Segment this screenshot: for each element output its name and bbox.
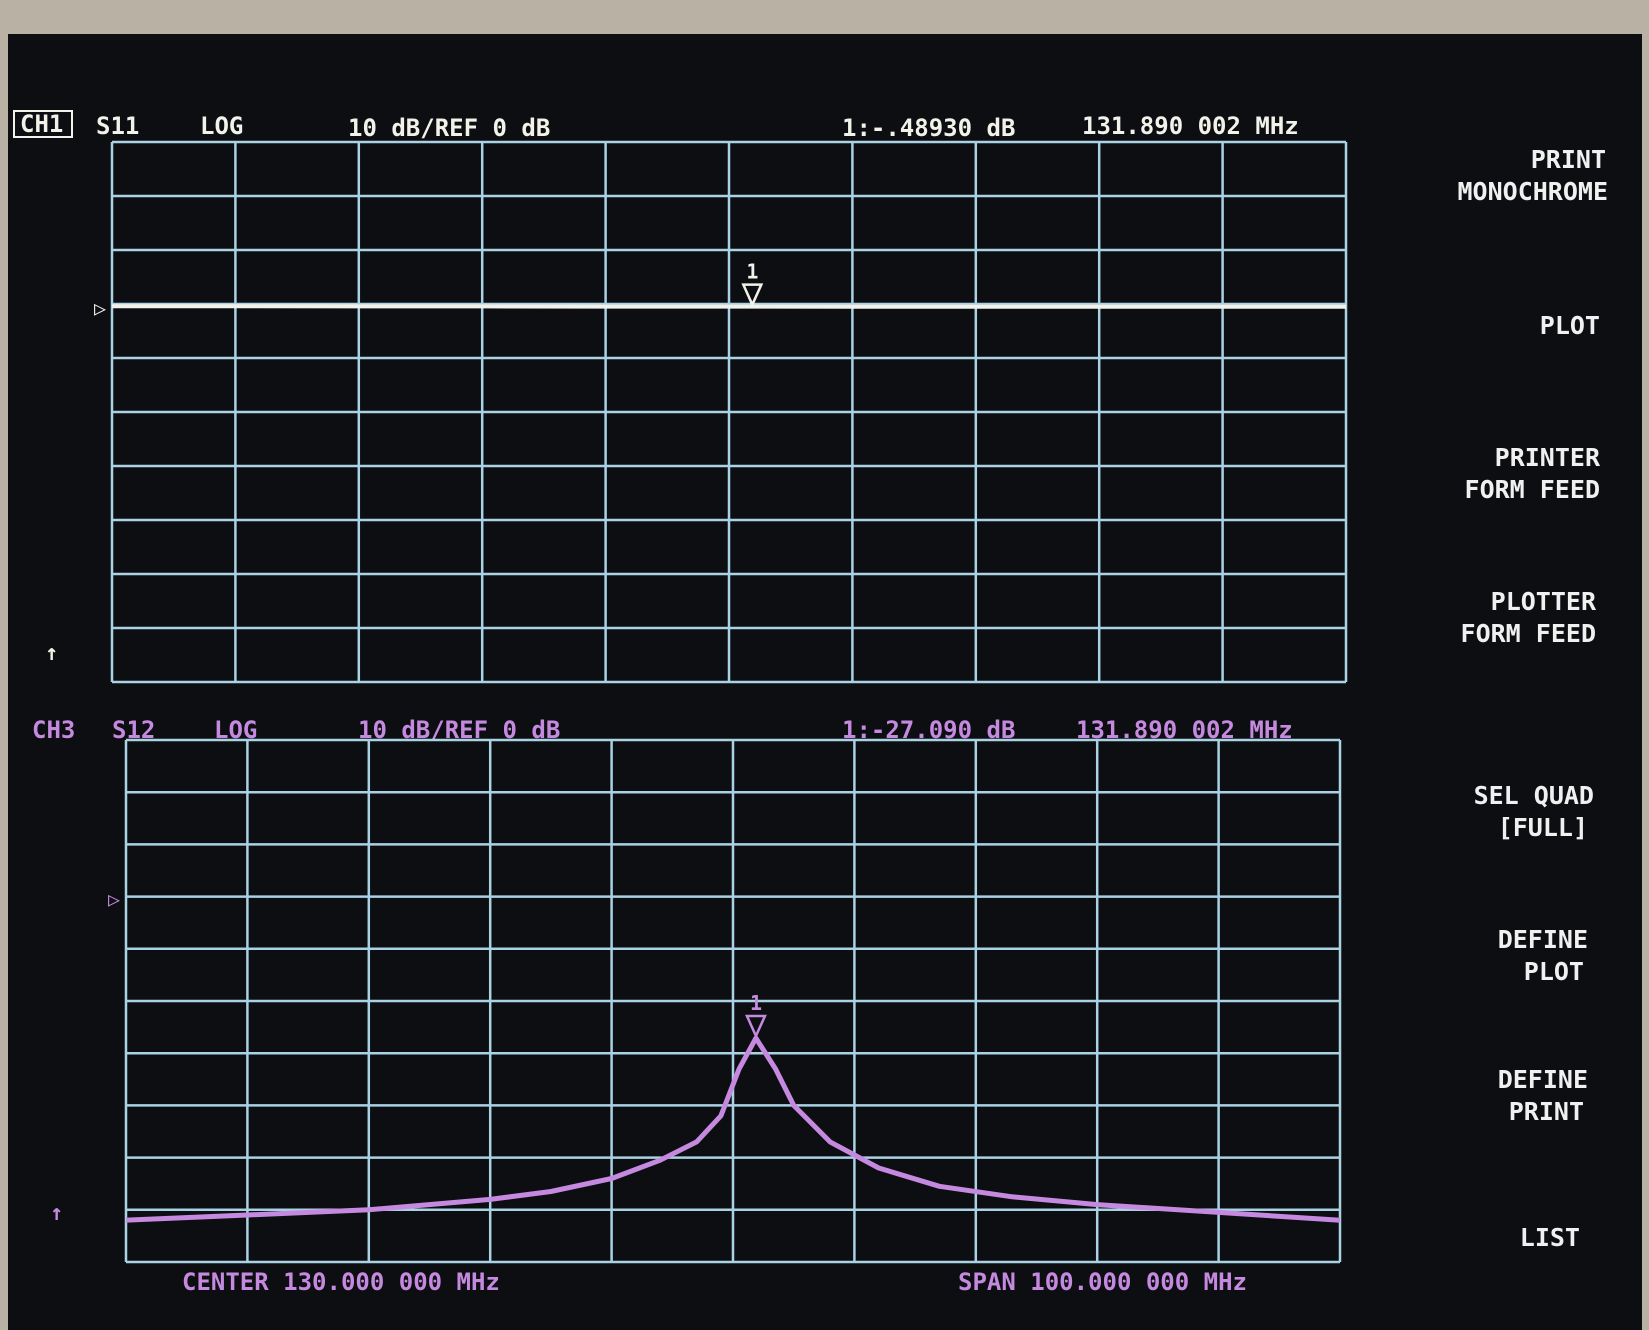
softkey-label: PRINT bbox=[1509, 1097, 1584, 1126]
softkey-label: MONOCHROME bbox=[1457, 177, 1608, 206]
ch1-trace bbox=[112, 304, 1346, 309]
softkey-label: PLOT bbox=[1524, 957, 1584, 986]
ch1-format: LOG bbox=[200, 112, 243, 140]
ch1-marker-readout: 1:-.48930 dB bbox=[842, 114, 1015, 142]
softkey-label: [FULL] bbox=[1498, 813, 1588, 842]
ch1-parameter: S11 bbox=[96, 112, 139, 140]
softkey-label: PLOT bbox=[1540, 311, 1600, 340]
ch1-label: CH1 bbox=[20, 110, 63, 138]
center-frequency: CENTER 130.000 000 MHz bbox=[182, 1268, 500, 1296]
softkey-label: FORM FEED bbox=[1465, 475, 1600, 504]
ch1-marker-freq: 131.890 002 MHz bbox=[1082, 112, 1299, 140]
ch1-scale: 10 dB/REF 0 dB bbox=[348, 114, 550, 142]
softkey-list[interactable]: LIST bbox=[1520, 1223, 1580, 1252]
ch3-scale-arrow: ↑ bbox=[50, 1201, 63, 1226]
analyzer-screen: CH1 S11 LOG 10 dB/REF 0 dB 1:-.48930 dB … bbox=[0, 0, 1649, 1330]
ch3-label: CH3 bbox=[32, 716, 75, 744]
ch3-reference-marker: ▷ bbox=[108, 887, 120, 911]
softkey-label: SEL QUAD bbox=[1474, 781, 1594, 810]
ch3-marker-label: 1 bbox=[750, 991, 762, 1015]
ch1-scale-arrow: ↑ bbox=[45, 641, 58, 666]
softkey-label: FORM FEED bbox=[1461, 619, 1596, 648]
softkey-label: DEFINE bbox=[1498, 925, 1588, 954]
ch1-reference-marker: ▷ bbox=[94, 296, 106, 320]
softkey-label: PRINTER bbox=[1495, 443, 1601, 472]
softkey-label: DEFINE bbox=[1498, 1065, 1588, 1094]
softkey-label: PRINT bbox=[1531, 145, 1606, 174]
softkey-label: LIST bbox=[1520, 1223, 1580, 1252]
softkey-plot[interactable]: PLOT bbox=[1540, 311, 1600, 340]
span-frequency: SPAN 100.000 000 MHz bbox=[958, 1268, 1247, 1296]
ch1-marker-label: 1 bbox=[746, 260, 758, 284]
softkey-label: PLOTTER bbox=[1491, 587, 1597, 616]
